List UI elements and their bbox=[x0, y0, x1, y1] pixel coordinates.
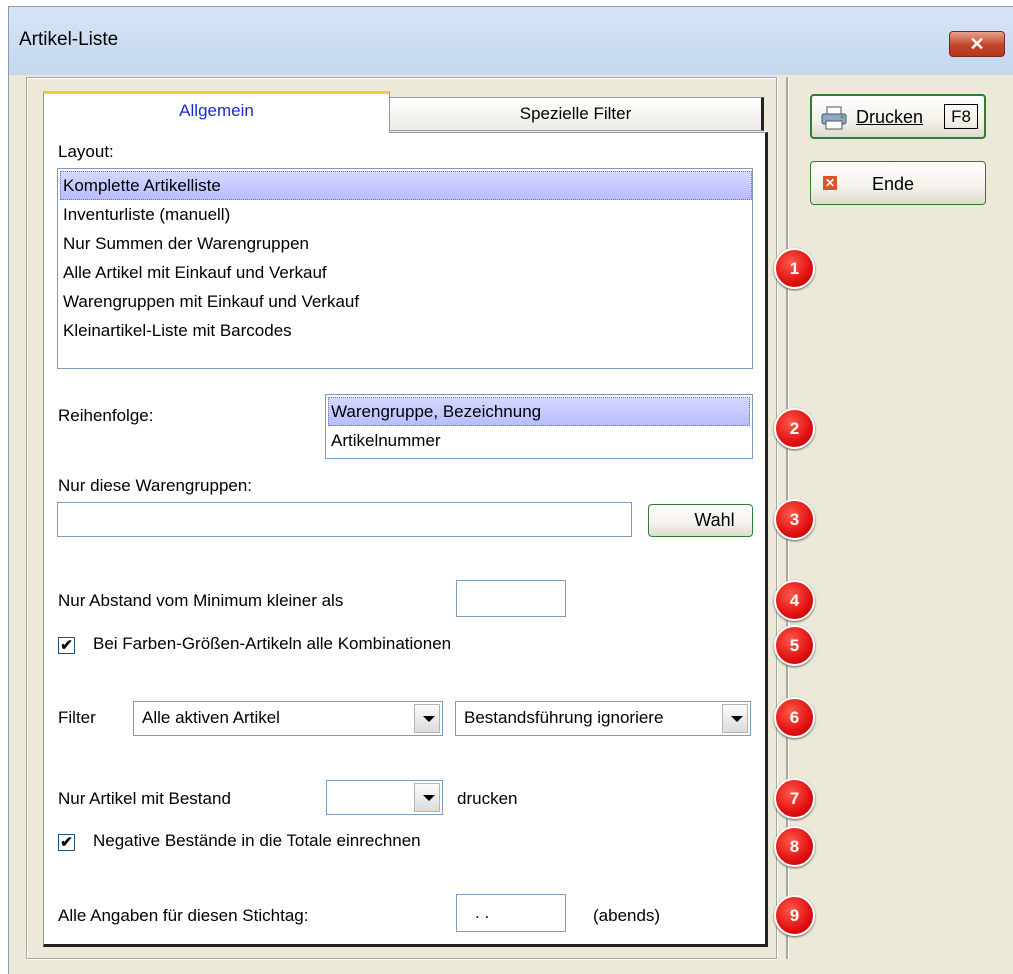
badge-8: 8 bbox=[774, 826, 815, 867]
list-item[interactable]: Warengruppen mit Einkauf und Verkauf bbox=[60, 287, 752, 316]
filter-select-status[interactable]: Alle aktiven Artikel bbox=[133, 701, 443, 736]
date-value: . . bbox=[475, 903, 490, 922]
date-input[interactable]: . . bbox=[456, 894, 566, 932]
filter-select-stock-mode[interactable]: Bestandsführung ignoriere bbox=[455, 701, 751, 736]
stock-suffix: drucken bbox=[457, 789, 518, 808]
chevron-down-icon[interactable] bbox=[414, 704, 440, 733]
filter-label: Filter bbox=[58, 708, 96, 727]
order-listbox[interactable]: Warengruppe, Bezeichnung Artikelnummer bbox=[325, 394, 753, 459]
end-button[interactable]: ✕ Ende bbox=[810, 161, 986, 205]
badge-9: 9 bbox=[774, 895, 815, 936]
negative-label: Negative Bestände in die Totale einrechn… bbox=[93, 831, 421, 850]
printer-icon bbox=[821, 106, 847, 130]
groups-input[interactable] bbox=[57, 502, 632, 537]
list-item[interactable]: Artikelnummer bbox=[328, 426, 750, 455]
list-item[interactable]: Komplette Artikelliste bbox=[60, 171, 752, 200]
distance-input[interactable] bbox=[456, 580, 566, 617]
window-title: Artikel-Liste bbox=[19, 29, 119, 50]
date-suffix: (abends) bbox=[593, 906, 661, 925]
order-label: Reihenfolge: bbox=[58, 406, 154, 425]
stock-select[interactable] bbox=[326, 780, 443, 815]
list-item[interactable]: Nur Summen der Warengruppen bbox=[60, 229, 752, 258]
badge-3: 3 bbox=[774, 499, 815, 540]
list-item[interactable]: Kleinartikel-Liste mit Barcodes bbox=[60, 316, 752, 345]
badge-6: 6 bbox=[774, 697, 815, 738]
groups-label: Nur diese Warengruppen: bbox=[58, 476, 253, 495]
badge-5: 5 bbox=[774, 625, 815, 666]
tab-label: Allgemein bbox=[179, 101, 254, 120]
badge-4: 4 bbox=[774, 580, 815, 621]
date-label: Alle Angaben für diesen Stichtag: bbox=[58, 906, 309, 925]
print-shortcut: F8 bbox=[944, 104, 978, 129]
list-item[interactable]: Inventurliste (manuell) bbox=[60, 200, 752, 229]
combinations-label: Bei Farben-Größen-Artikeln alle Kombinat… bbox=[93, 634, 452, 653]
print-button[interactable]: Drucken F8 bbox=[810, 94, 986, 139]
filter-status-value: Alle aktiven Artikel bbox=[142, 708, 280, 727]
distance-label: Nur Abstand vom Minimum kleiner als bbox=[58, 591, 344, 610]
badge-1: 1 bbox=[774, 248, 815, 289]
stock-label: Nur Artikel mit Bestand bbox=[58, 789, 231, 808]
negative-checkbox[interactable]: ✔ bbox=[58, 834, 75, 851]
badge-7: 7 bbox=[774, 778, 815, 819]
list-item[interactable]: Alle Artikel mit Einkauf und Verkauf bbox=[60, 258, 752, 287]
badge-2: 2 bbox=[774, 408, 815, 449]
list-item[interactable]: Warengruppe, Bezeichnung bbox=[328, 397, 750, 426]
chevron-down-icon[interactable] bbox=[414, 783, 440, 812]
print-label: Drucken bbox=[856, 107, 924, 127]
layout-label: Layout: bbox=[58, 142, 114, 161]
choose-button[interactable]: Wahl bbox=[648, 504, 753, 537]
choose-button-label: Wahl bbox=[694, 510, 735, 530]
chevron-down-icon[interactable] bbox=[722, 704, 748, 733]
tab-allgemein[interactable]: Allgemein bbox=[43, 91, 390, 133]
tab-spezielle-filter[interactable]: Spezielle Filter bbox=[389, 97, 764, 131]
close-x-icon: ✕ bbox=[823, 176, 837, 190]
combinations-checkbox[interactable]: ✔ bbox=[58, 637, 75, 654]
close-button[interactable]: ✕ bbox=[949, 31, 1005, 57]
filter-stock-mode-value: Bestandsführung ignoriere bbox=[464, 708, 664, 727]
title-bar: Artikel-Liste ✕ bbox=[9, 7, 1013, 75]
tab-label: Spezielle Filter bbox=[519, 104, 632, 123]
layout-listbox[interactable]: Komplette Artikelliste Inventurliste (ma… bbox=[57, 168, 753, 369]
end-label: Ende bbox=[872, 174, 915, 194]
